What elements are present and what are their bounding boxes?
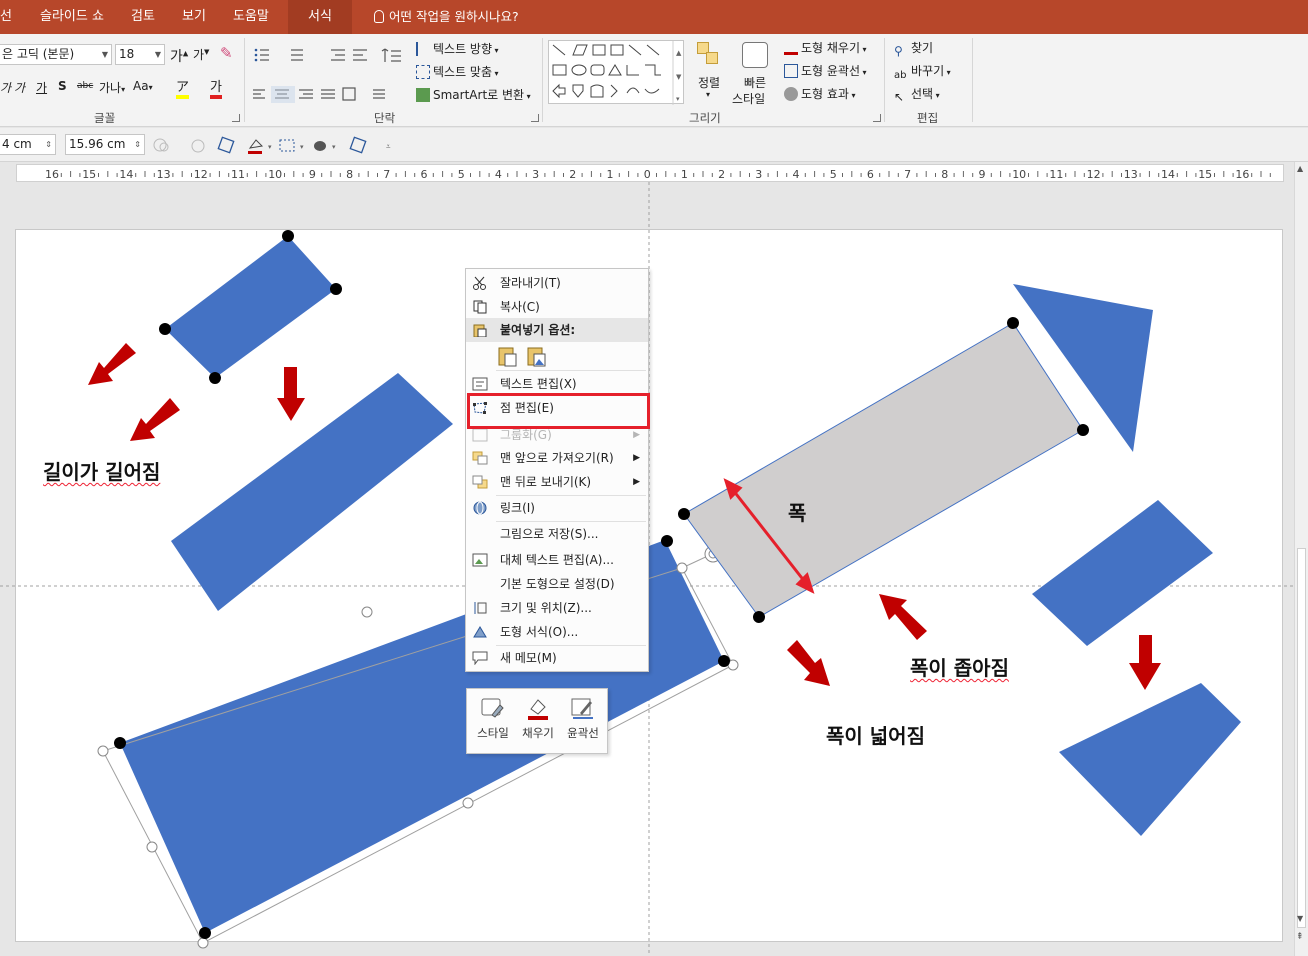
menu-item-size-position[interactable]: 크기 및 위치(Z)... [466,596,648,620]
paste-option-keep-source[interactable] [498,345,518,371]
right-trapezoid-shape[interactable] [1059,683,1241,836]
context-menu: 잘라내기(T) 복사(C) 붙여넣기 옵션: 텍스트 편집(X) 점 편집(E)… [465,268,649,672]
label-width: 폭 [788,501,807,525]
alt-text-icon [472,553,488,567]
paste-as-picture-icon [527,347,546,367]
size-position-icon [474,602,487,614]
menu-item-label: 복사(C) [500,300,540,314]
copy-icon [473,300,487,314]
label-length-text: 길이가 길어짐 [43,460,161,484]
edit-points-highlight [467,393,650,429]
menu-item-label: 붙여넣기 옵션: [500,323,576,337]
menu-item-label: 맨 앞으로 가져오기(R) [500,451,614,465]
menu-item-link[interactable]: 링크(I) [466,496,648,520]
mini-fill-label: 채우기 [522,726,554,740]
menu-item-bring-to-front[interactable]: 맨 앞으로 가져오기(R) ▶ [466,446,648,470]
menu-item-edit-alt-text[interactable]: 대체 텍스트 편집(A)... [466,548,648,572]
group-icon [472,428,488,442]
mini-toolbar: 스타일 채우기 윤곽선 [466,688,608,754]
red-arrow-icon [277,367,305,421]
small-rectangle-shape[interactable] [165,236,336,378]
outline-pen-icon [571,698,593,719]
link-icon [473,501,487,515]
gray-rectangle-shape[interactable] [683,322,1084,618]
red-arrow-icon [1129,635,1161,690]
label-narrower-text: 폭이 좁아짐 [910,656,1009,680]
mini-outline-button[interactable]: 윤곽선 [561,693,605,749]
menu-item-label: 새 메모(M) [500,651,557,665]
menu-item-format-shape[interactable]: 도형 서식(O)... [466,620,648,644]
menu-separator [496,370,646,371]
red-arrow-icon [879,594,927,640]
text-edit-icon [472,377,488,391]
submenu-arrow-icon: ▶ [633,453,640,463]
label-narrower: 폭이 좁아짐 [910,652,1009,681]
menu-item-save-as-picture[interactable]: 그림으로 저장(S)... [466,522,648,546]
paste-icon [473,324,487,337]
menu-item-label: 잘라내기(T) [500,276,561,290]
mini-style-label: 스타일 [477,726,509,740]
paste-keep-formatting-icon [498,347,517,367]
red-arrow-icon [130,398,180,441]
submenu-arrow-icon: ▶ [633,477,640,487]
bring-front-icon [472,451,488,465]
paste-option-picture[interactable] [527,345,547,371]
label-wider: 폭이 넓어짐 [826,724,925,748]
menu-item-label: 도형 서식(O)... [500,625,579,639]
label-length-increased: 길이가 길어짐 [43,456,160,485]
red-arrow-icon [787,640,830,686]
menu-item-label: 맨 뒤로 보내기(K) [500,475,592,489]
menu-item-send-to-back[interactable]: 맨 뒤로 보내기(K) ▶ [466,470,648,494]
long-rectangle-shape[interactable] [171,373,453,611]
menu-item-copy[interactable]: 복사(C) [466,295,648,319]
style-brush-icon [481,698,504,718]
scissors-icon [473,276,486,290]
comment-icon [472,651,488,665]
menu-item-new-comment[interactable]: 새 메모(M) [466,646,648,670]
menu-item-label: 링크(I) [500,501,535,515]
menu-item-label: 크기 및 위치(Z)... [500,601,592,615]
mini-fill-button[interactable]: 채우기 [516,693,560,749]
slide-drawing [0,182,1294,956]
fill-bucket-icon [528,699,548,720]
menu-item-label: 대체 텍스트 편집(A)... [500,553,614,567]
menu-item-label: 그림으로 저장(S)... [500,527,599,541]
mini-style-button[interactable]: 스타일 [471,693,515,749]
menu-item-set-default-shape[interactable]: 기본 도형으로 설정(D) [466,572,648,596]
red-arrow-icon [88,343,136,385]
format-shape-icon [473,626,487,638]
mini-outline-label: 윤곽선 [567,726,599,740]
send-back-icon [472,475,488,489]
right-rectangle-shape[interactable] [1032,500,1213,646]
menu-item-cut[interactable]: 잘라내기(T) [466,271,648,295]
menu-item-label: 기본 도형으로 설정(D) [500,577,615,591]
menu-header-paste-options: 붙여넣기 옵션: [466,318,648,342]
